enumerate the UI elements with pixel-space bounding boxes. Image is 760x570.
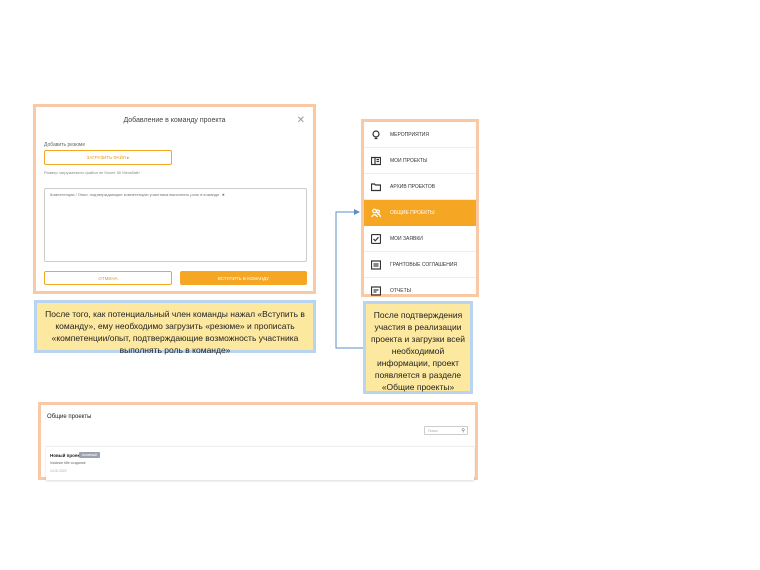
sidebar-item-label: МОИ ЗАЯВКИ: [390, 235, 423, 242]
competence-textarea[interactable]: [44, 188, 307, 262]
note-shared-projects: После подтверждения участия в реализации…: [363, 301, 473, 394]
project-description: Instance title создание: [50, 461, 86, 465]
sidebar-item-shared-projects[interactable]: ОБЩИЕ ПРОЕКТЫ: [364, 200, 476, 226]
sidebar-item-label: ОТЧЕТЫ: [390, 288, 412, 294]
folder-icon: [370, 182, 382, 192]
project-date: 10.02.2023: [50, 469, 67, 473]
shared-projects-panel: Общие проекты Поиск ⚲ Новый проект Актив…: [38, 402, 478, 480]
report-icon: [370, 286, 382, 296]
file-size-hint: Размер загружаемого файла не более 50 Ме…: [44, 170, 140, 175]
sidebar-item-label: МОИ ПРОЕКТЫ: [390, 157, 428, 164]
modal-title: Добавление в команду проекта: [123, 117, 226, 124]
add-to-team-modal: Добавление в команду проекта ✕ Добавить …: [33, 104, 316, 294]
search-icon[interactable]: ⚲: [461, 428, 465, 434]
project-card[interactable]: Новый проект Активный Instance title соз…: [46, 446, 474, 480]
users-icon: [371, 208, 382, 218]
sidebar-item-label: ОБЩИЕ ПРОЕКТЫ: [390, 210, 435, 216]
checkbox-icon: [370, 233, 382, 244]
sidebar-item-events[interactable]: МЕРОПРИЯТИЯ: [364, 122, 476, 148]
sidebar-item-my-applications[interactable]: МОИ ЗАЯВКИ: [364, 226, 476, 252]
upload-file-button[interactable]: ЗАГРУЗИТЬ ФАЙЛ ▸: [44, 150, 172, 165]
join-team-button[interactable]: ВСТУПИТЬ В КОМАНДУ: [180, 271, 307, 285]
sidebar-item-my-projects[interactable]: МОИ ПРОЕКТЫ: [364, 148, 476, 174]
project-name[interactable]: Новый проект: [50, 453, 82, 458]
sidebar-item-grant-agreements[interactable]: ГРАНТОВЫЕ СОГЛАШЕНИЯ: [364, 252, 476, 278]
status-badge: Активный: [79, 452, 100, 458]
resume-label: Добавить резюме: [44, 142, 86, 148]
sidebar-item-label: ГРАНТОВЫЕ СОГЛАШЕНИЯ: [390, 261, 458, 268]
sidebar-menu: МЕРОПРИЯТИЯ МОИ ПРОЕКТЫ АРХИВ ПРОЕКТОВ О…: [361, 119, 479, 297]
note-join-team: После того, как потенциальный член коман…: [34, 300, 316, 355]
search-input[interactable]: Поиск ⚲: [424, 426, 468, 435]
cancel-button[interactable]: ОТМЕНА: [44, 271, 172, 285]
lightbulb-icon: [371, 129, 381, 140]
close-icon[interactable]: ✕: [297, 116, 305, 126]
sidebar-item-label: АРХИВ ПРОЕКТОВ: [390, 183, 436, 190]
search-placeholder: Поиск: [428, 428, 438, 433]
sidebar-item-label: МЕРОПРИЯТИЯ: [390, 131, 430, 138]
document-icon: [370, 259, 382, 270]
sidebar-item-archive[interactable]: АРХИВ ПРОЕКТОВ: [364, 174, 476, 200]
book-icon: [370, 156, 382, 166]
page-title: Общие проекты: [47, 414, 92, 420]
